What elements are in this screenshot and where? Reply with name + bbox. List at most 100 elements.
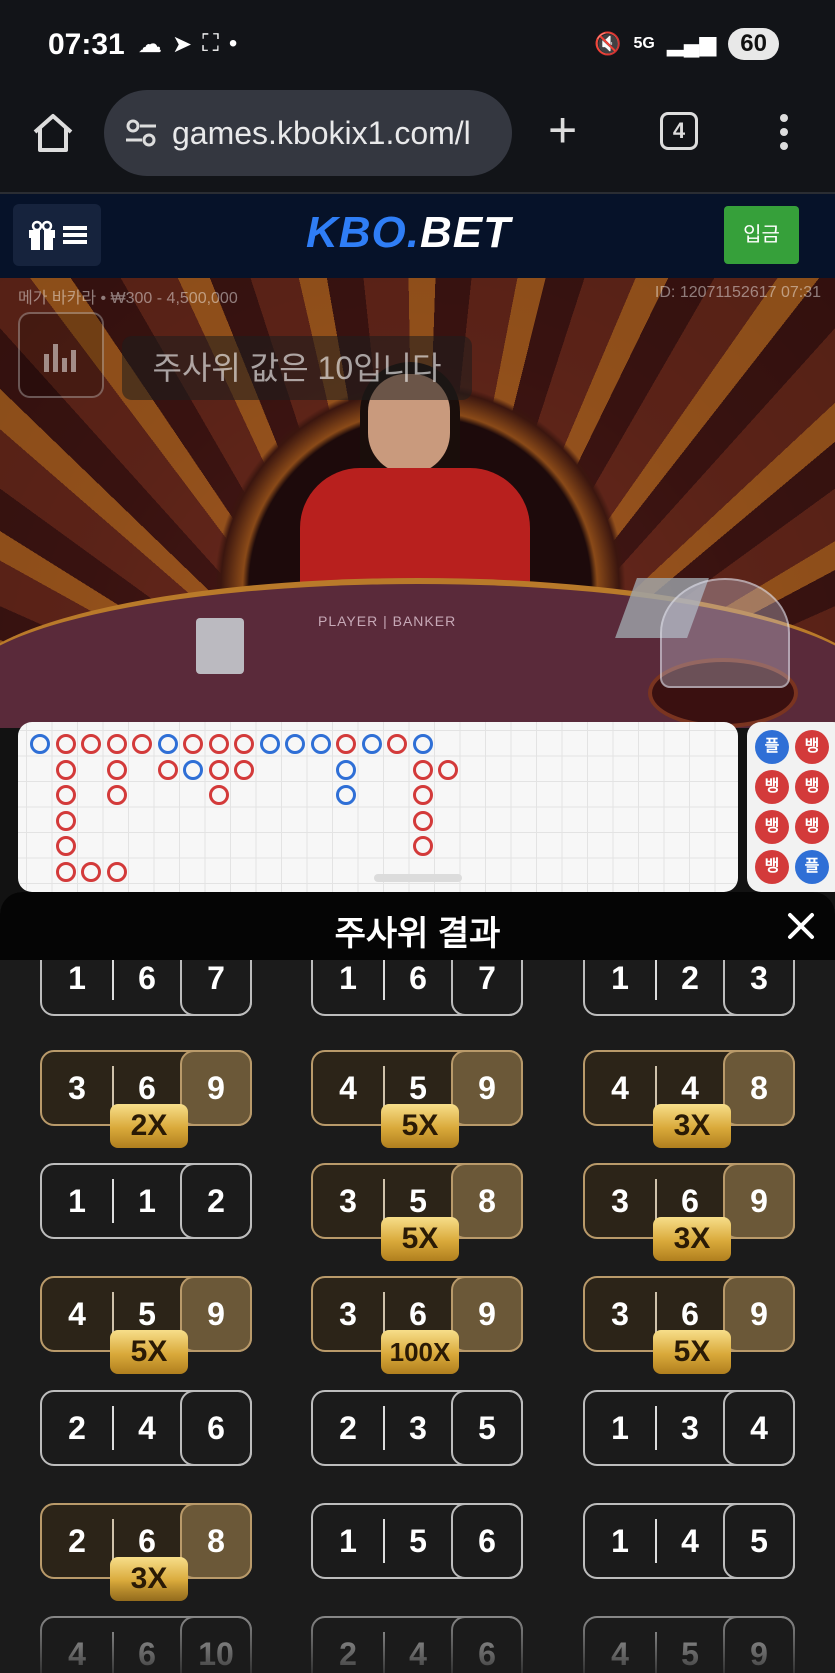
bead-road-mark — [106, 861, 127, 882]
card-holder — [196, 618, 244, 674]
dice-sum: 7 — [451, 960, 523, 1016]
die-1-value: 4 — [68, 1296, 86, 1332]
result-card: 1 34 — [583, 1390, 795, 1466]
gift-icon — [29, 220, 55, 250]
menu-button[interactable] — [13, 204, 101, 266]
live-video[interactable]: PLAYER | BANKER 메가 바카라 • ₩300 - 4,500,00… — [0, 278, 835, 728]
new-tab-icon[interactable]: + — [548, 100, 577, 160]
dice-sum: 9 — [723, 1163, 795, 1239]
bead-road-mark — [106, 759, 127, 780]
page: 07:31 ☁ ➤ ⛶ • 🔇 5G ▂▄▆ 60 games.kbokix1.… — [0, 0, 835, 1673]
result-card: 3 6 9 100X — [311, 1276, 523, 1374]
site-logo[interactable]: KBO.BET — [306, 208, 511, 258]
bead-road-mark — [106, 785, 127, 805]
multiplier-badge: 3X — [653, 1217, 731, 1261]
side-road-chip: 뱅 — [795, 730, 829, 764]
results-grid[interactable]: 1 6 7 1 6 7 1 2 3 3 6 9 2X 4 5 9 5X 4 4 8 3X 1 1 2 3 5 8 5X 3 6 9 3X 4 5 9… — [0, 960, 835, 1673]
dice-sum: 8 — [451, 1163, 523, 1239]
multiplier-badge: 100X — [381, 1330, 459, 1374]
multiplier-badge: 5X — [381, 1217, 459, 1261]
die-1-value: 1 — [611, 1410, 629, 1446]
status-notification-icons: ☁ ➤ ⛶ • — [138, 30, 237, 59]
game-info: 메가 바카라 • ₩300 - 4,500,000 — [18, 290, 238, 307]
bead-road-mark — [234, 734, 254, 754]
dice-sum: 4 — [723, 1390, 795, 1466]
die-1-value: 1 — [611, 960, 629, 996]
more-vert-icon[interactable] — [772, 108, 796, 158]
die-2-value: 5 — [409, 1523, 427, 1559]
dice-sum: 9 — [723, 1276, 795, 1352]
deposit-button[interactable]: 입금 — [724, 206, 799, 264]
bead-road[interactable] — [18, 722, 738, 892]
side-road[interactable]: 플뱅뱅뱅뱅뱅뱅플 — [747, 722, 835, 892]
bead-road-mark — [55, 759, 76, 780]
bead-road-mark — [412, 810, 433, 831]
browser-toolbar: games.kbokix1.com/l + 4 — [0, 88, 835, 194]
multiplier-badge: 5X — [381, 1104, 459, 1148]
dice-sum: 5 — [451, 1390, 523, 1466]
home-icon[interactable] — [30, 110, 76, 156]
multiplier-badge: 3X — [653, 1104, 731, 1148]
bead-road-mark — [30, 734, 50, 754]
multiplier-badge: 3X — [110, 1557, 188, 1601]
battery-indicator: 60 — [728, 28, 779, 60]
bead-road-mark — [412, 785, 433, 805]
bead-road-mark — [55, 861, 76, 882]
die-1-value: 1 — [339, 960, 357, 996]
signal-icon: ▂▄▆ — [666, 31, 717, 56]
die-2-value: 6 — [138, 1636, 156, 1672]
dice-sum: 10 — [180, 1616, 252, 1673]
result-card: 3 6 9 3X — [583, 1163, 795, 1261]
tab-switcher-button[interactable]: 4 — [660, 112, 698, 150]
result-card: 4 6 10 — [40, 1616, 252, 1673]
die-1-value: 4 — [611, 1070, 629, 1106]
result-card: 3 6 9 2X — [40, 1050, 252, 1148]
address-bar[interactable]: games.kbokix1.com/l — [104, 90, 512, 176]
bead-road-mark — [81, 734, 101, 754]
result-card: 1 23 — [583, 960, 795, 1016]
die-1-value: 2 — [339, 1410, 357, 1446]
result-card: 3 5 8 5X — [311, 1163, 523, 1261]
dice-sum: 5 — [723, 1503, 795, 1579]
drag-handle-bar[interactable] — [374, 874, 462, 882]
bead-road-mark — [55, 836, 76, 856]
stats-button[interactable] — [18, 312, 104, 398]
bead-road-mark — [438, 759, 458, 780]
die-1-value: 2 — [68, 1523, 86, 1559]
network-label: 5G — [633, 35, 655, 52]
result-card: 1 67 — [40, 960, 252, 1016]
die-2-value: 4 — [409, 1636, 427, 1672]
result-card: 112 — [40, 1163, 252, 1239]
logo-kbo: KBO. — [306, 208, 420, 257]
die-1-value: 1 — [339, 1523, 357, 1559]
die-2-value: 3 — [409, 1410, 427, 1446]
status-time: 07:31 — [48, 28, 125, 61]
result-card: 2 35 — [311, 1390, 523, 1466]
site-header: KBO.BET 입금 — [0, 194, 835, 278]
die-1-value: 4 — [68, 1636, 86, 1672]
die-2-value: 1 — [138, 1183, 156, 1219]
close-icon[interactable] — [785, 910, 817, 942]
result-card: 4 59 — [583, 1616, 795, 1673]
bead-road-mark — [157, 734, 178, 754]
site-settings-icon[interactable] — [124, 116, 158, 150]
die-1-value: 4 — [611, 1636, 629, 1672]
url-text: games.kbokix1.com/l — [172, 114, 471, 151]
dice-sum: 8 — [723, 1050, 795, 1126]
dot-icon: • — [228, 30, 238, 57]
result-card: 1 67 — [311, 960, 523, 1016]
dice-sum: 9 — [180, 1276, 252, 1352]
status-bar: 07:31 ☁ ➤ ⛶ • 🔇 5G ▂▄▆ 60 — [0, 0, 835, 88]
side-road-chip: 뱅 — [755, 770, 789, 804]
bead-road-mark — [208, 785, 229, 805]
telegram-icon: ➤ — [172, 31, 193, 58]
die-2-value: 2 — [681, 960, 699, 996]
die-2-value: 4 — [681, 1523, 699, 1559]
die-2-value: 4 — [138, 1410, 156, 1446]
bead-road-mark — [387, 734, 407, 754]
bead-road-mark — [285, 734, 305, 754]
multiplier-badge: 2X — [110, 1104, 188, 1148]
die-1-value: 4 — [339, 1070, 357, 1106]
dice-sum: 2 — [180, 1163, 252, 1239]
result-card: 2 6 8 3X — [40, 1503, 252, 1601]
